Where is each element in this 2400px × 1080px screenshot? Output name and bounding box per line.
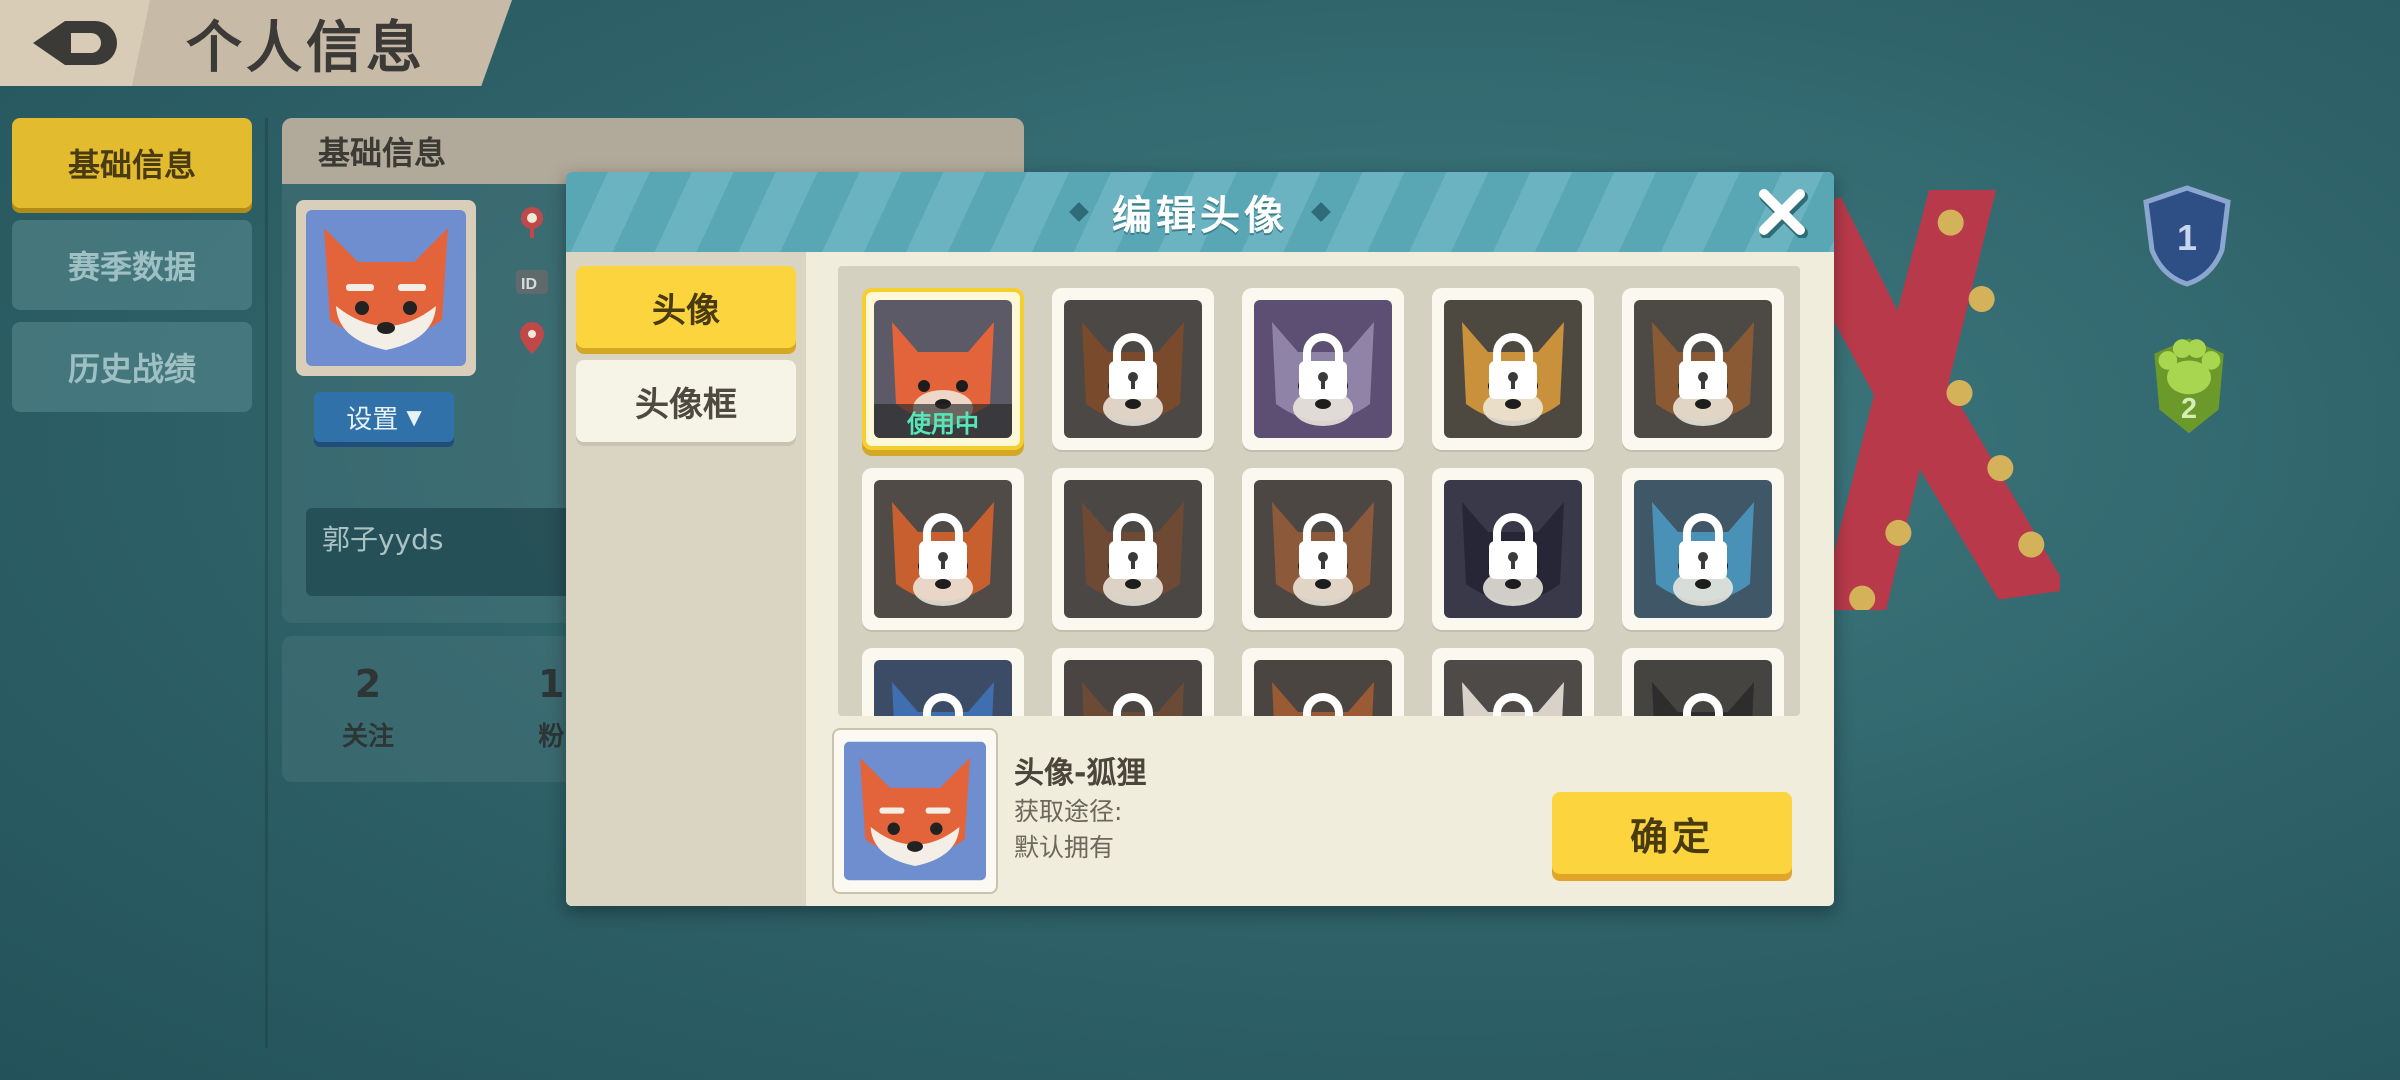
- avatar-option-bird[interactable]: [862, 648, 1024, 716]
- lock-icon: [1103, 331, 1163, 407]
- follow-label: 关注: [342, 722, 395, 752]
- rabbit-avatar-icon: [1254, 480, 1392, 618]
- avatar-option-deer[interactable]: [1622, 288, 1784, 450]
- selected-avatar-preview: [832, 728, 998, 894]
- diamond-left-icon: [1069, 202, 1089, 222]
- tab-avatar[interactable]: 头像: [576, 266, 796, 348]
- lock-icon: [1103, 691, 1163, 716]
- edit-avatar-dialog: 编辑头像 头像 头像框 使用中 头像-狐狸 获取途径: 默认拥有 确定: [566, 172, 1834, 906]
- page-header: 个人信息: [0, 0, 512, 86]
- dialog-tabs: 头像 头像框: [566, 252, 806, 906]
- dialog-title: 编辑头像: [1112, 193, 1288, 239]
- nav-item-history[interactable]: 历史战绩: [12, 322, 252, 412]
- lock-icon: [1293, 511, 1353, 587]
- lock-icon: [1673, 691, 1733, 716]
- avatar-option-mouse[interactable]: [1052, 648, 1214, 716]
- avatar-option-dog[interactable]: [1052, 468, 1214, 630]
- deer-avatar-icon: [1634, 300, 1772, 438]
- avatar-grid[interactable]: 使用中: [838, 266, 1800, 716]
- nav-item-basic-info[interactable]: 基础信息: [12, 118, 252, 208]
- avatar-option-calico-cat[interactable]: [862, 468, 1024, 630]
- svg-text:ID: ID: [521, 276, 537, 293]
- black-cat-avatar-icon: [1444, 480, 1582, 618]
- penguin-avatar-icon: [1634, 480, 1772, 618]
- avatar-option-tiger[interactable]: [1432, 288, 1594, 450]
- bear-avatar-icon: [1064, 300, 1202, 438]
- in-use-label: 使用中: [874, 404, 1012, 438]
- left-nav: 基础信息 赛季数据 历史战绩: [12, 118, 252, 424]
- avatar[interactable]: [296, 200, 476, 376]
- nav-divider: [265, 118, 268, 1048]
- fans-label: 粉: [538, 722, 565, 752]
- back-button[interactable]: [0, 0, 150, 86]
- cow-avatar-icon: [1634, 660, 1772, 716]
- lock-icon: [1103, 511, 1163, 587]
- gender-icon: [521, 207, 543, 238]
- squirrel-avatar-icon: [1254, 660, 1392, 716]
- bird-avatar-icon: [874, 660, 1012, 716]
- lock-icon: [913, 691, 973, 716]
- shield-badge-icon[interactable]: 1: [2132, 180, 2242, 290]
- source-value: 默认拥有: [1014, 833, 1115, 862]
- close-icon[interactable]: [1756, 186, 1808, 238]
- badge-rank-1: 1: [2177, 217, 2197, 258]
- fans-stat[interactable]: 1 粉: [538, 662, 564, 753]
- settings-button[interactable]: 设置 ▼: [314, 392, 454, 442]
- stats-panel: 2 关注 1 粉: [282, 636, 612, 782]
- tab-avatar-frame[interactable]: 头像框: [576, 360, 796, 442]
- calico-cat-avatar-icon: [874, 480, 1012, 618]
- avatar-option-fox[interactable]: 使用中: [862, 288, 1024, 450]
- avatar-option-black-cat[interactable]: [1432, 468, 1594, 630]
- avatar-name: 头像-狐狸: [1014, 756, 1147, 791]
- chevron-down-icon: ▼: [406, 405, 422, 429]
- lock-icon: [1293, 691, 1353, 716]
- follow-stat[interactable]: 2 关注: [342, 662, 394, 753]
- badge-level-2: 2: [2181, 393, 2197, 425]
- id-icon: ID: [516, 270, 548, 294]
- avatar-option-penguin[interactable]: [1622, 468, 1784, 630]
- mouse-avatar-icon: [1064, 660, 1202, 716]
- fox-avatar-icon: 使用中: [874, 300, 1012, 438]
- dog-avatar-icon: [1064, 480, 1202, 618]
- lock-icon: [1483, 331, 1543, 407]
- diamond-right-icon: [1311, 202, 1331, 222]
- cat-avatar-icon: [1254, 300, 1392, 438]
- avatar-option-cow[interactable]: [1622, 648, 1784, 716]
- confirm-button[interactable]: 确定: [1552, 792, 1792, 874]
- fox-avatar-icon: [306, 210, 466, 366]
- location-icon: [520, 322, 544, 354]
- source-label: 获取途径:: [1014, 797, 1123, 826]
- avatar-option-cat[interactable]: [1242, 288, 1404, 450]
- lock-icon: [1483, 511, 1543, 587]
- avatar-option-bear[interactable]: [1052, 288, 1214, 450]
- lock-icon: [1673, 511, 1733, 587]
- lock-icon: [1673, 331, 1733, 407]
- follow-count: 2: [354, 662, 382, 706]
- fox-avatar-icon: [844, 741, 986, 881]
- paw-badge-icon[interactable]: 2: [2134, 330, 2244, 440]
- signature-text: 郭子yyds: [322, 523, 444, 556]
- fans-count: 1: [538, 662, 565, 706]
- settings-label: 设置: [346, 404, 399, 435]
- avatar-option-chicken[interactable]: [1432, 648, 1594, 716]
- dialog-header: 编辑头像: [566, 172, 1834, 252]
- avatar-option-rabbit[interactable]: [1242, 468, 1404, 630]
- back-arrow-icon: [33, 21, 117, 65]
- lock-icon: [1483, 691, 1543, 716]
- nav-item-season-data[interactable]: 赛季数据: [12, 220, 252, 310]
- tiger-avatar-icon: [1444, 300, 1582, 438]
- page-title: 个人信息: [186, 15, 426, 81]
- chicken-avatar-icon: [1444, 660, 1582, 716]
- avatar-option-squirrel[interactable]: [1242, 648, 1404, 716]
- lock-icon: [913, 511, 973, 587]
- lock-icon: [1293, 331, 1353, 407]
